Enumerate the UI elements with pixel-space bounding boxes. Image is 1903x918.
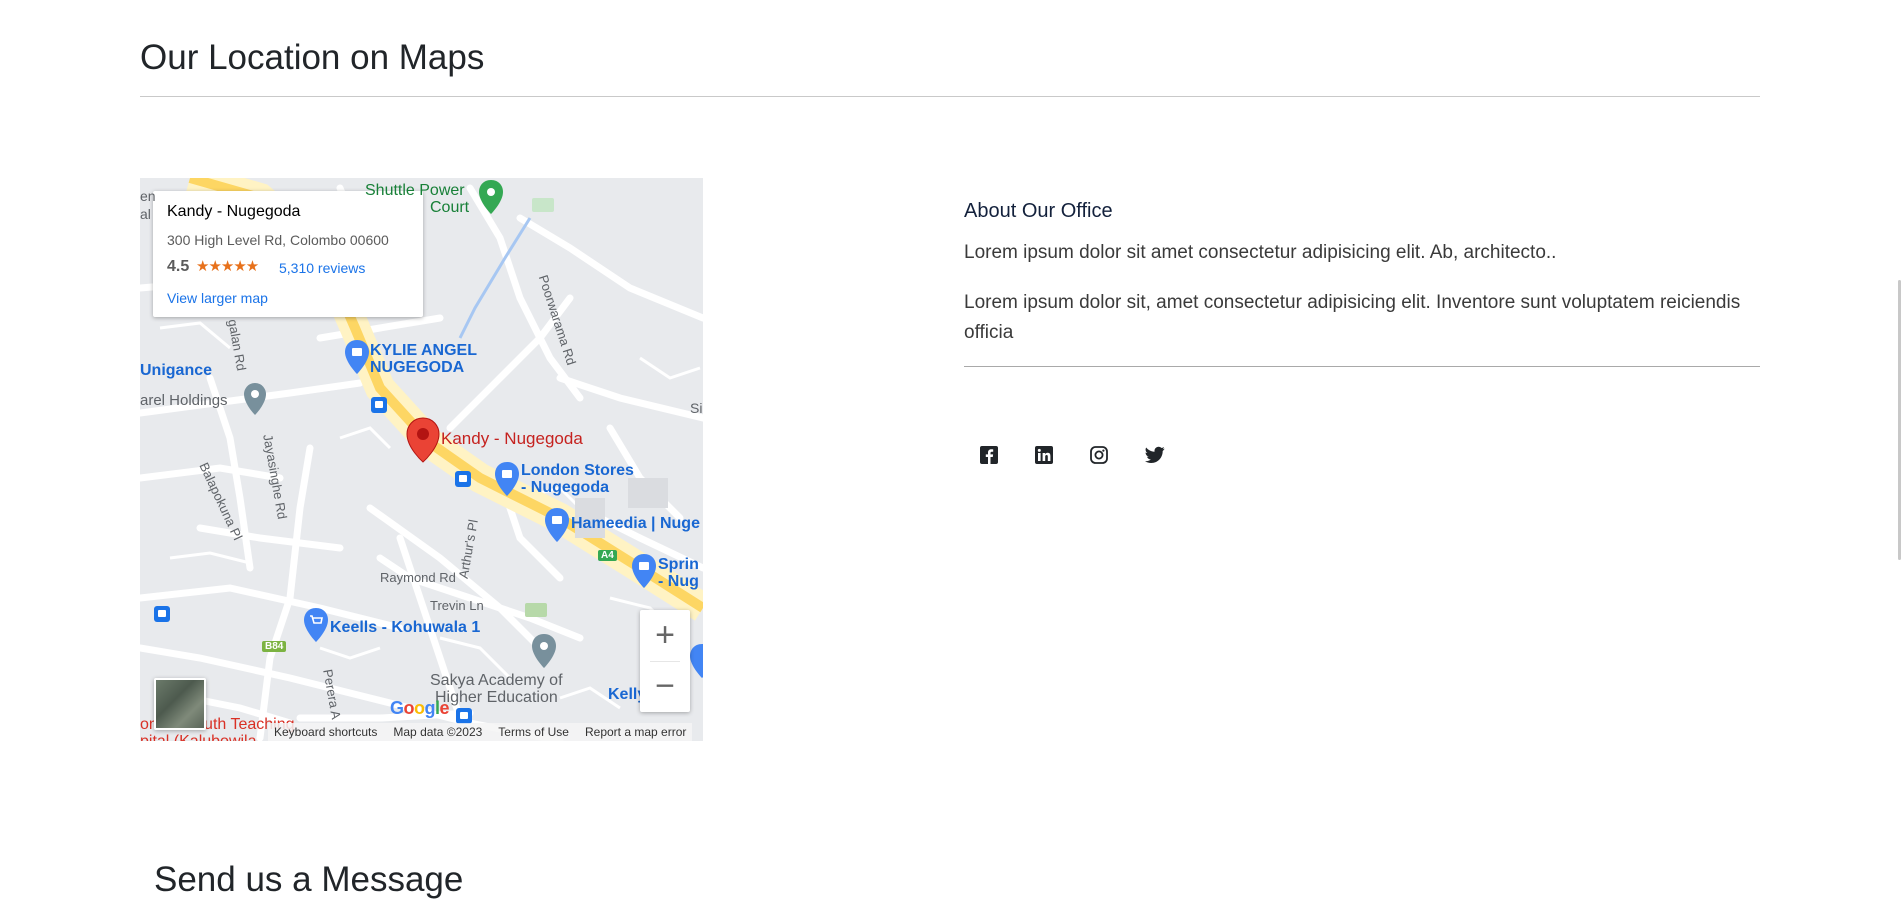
- map-label-teaching-2: pital (Kalubowila: [140, 733, 257, 741]
- google-logo-letter: G: [390, 698, 404, 718]
- map-label-en: en: [140, 188, 156, 204]
- shopping-pin-icon-2[interactable]: [493, 460, 521, 500]
- map-label-london-stores-2: - Nugegoda: [521, 479, 609, 496]
- marker-label: Kandy - Nugegoda: [441, 429, 583, 448]
- view-larger-map-link[interactable]: View larger map: [167, 290, 268, 306]
- bus-stop-icon-3[interactable]: [154, 606, 170, 622]
- shopping-pin-icon-5[interactable]: [688, 642, 703, 682]
- google-logo: Google: [390, 698, 450, 719]
- twitter-icon[interactable]: [1144, 444, 1166, 466]
- map-label-shuttle-power: Shuttle Power: [365, 182, 465, 199]
- place-address: 300 High Level Rd, Colombo 00600: [167, 232, 389, 248]
- title-divider: [140, 96, 1760, 97]
- about-paragraph-2: Lorem ipsum dolor sit, amet consectetur …: [964, 292, 1741, 343]
- highway-badge-a4: A4: [598, 550, 617, 561]
- location-marker-icon[interactable]: [405, 416, 441, 466]
- highway-badge-b84: B84: [262, 641, 287, 652]
- about-paragraph-1: Lorem ipsum dolor sit amet consectetur a…: [964, 242, 1557, 263]
- place-info-card: Kandy - Nugegoda 300 High Level Rd, Colo…: [153, 191, 423, 317]
- section-title: Our Location on Maps: [140, 38, 485, 77]
- scrollbar-thumb[interactable]: [1898, 280, 1901, 560]
- map-pin-grey-icon[interactable]: [242, 381, 268, 419]
- reviews-link[interactable]: 5,310 reviews: [279, 260, 365, 276]
- map-label-si: Si: [690, 400, 703, 416]
- bus-stop-icon-2[interactable]: [455, 471, 471, 487]
- shopping-pin-icon-3[interactable]: [543, 506, 571, 546]
- shopping-pin-icon-4[interactable]: [630, 552, 658, 592]
- map-label-trevin-ln: Trevin Ln: [430, 598, 484, 613]
- map-label-sakya-2: Higher Education: [435, 689, 558, 706]
- instagram-icon[interactable]: [1088, 444, 1110, 466]
- shopping-pin-icon[interactable]: [343, 338, 371, 378]
- about-title: About Our Office: [964, 200, 1113, 222]
- map-label-nugegoda: NUGEGODA: [370, 359, 465, 376]
- google-logo-letter: g: [424, 698, 436, 718]
- bus-stop-icon-4[interactable]: [456, 708, 472, 724]
- cart-pin-icon[interactable]: [302, 606, 330, 646]
- map-label-spring: Sprin: [658, 556, 699, 573]
- embedded-map[interactable]: Kandy - Nugegoda 300 High Level Rd, Colo…: [140, 178, 703, 741]
- satellite-toggle-button[interactable]: [154, 678, 206, 730]
- google-logo-letter: o: [414, 698, 425, 718]
- about-divider: [964, 366, 1760, 367]
- map-attribution-bar: Keyboard shortcuts Map data ©2023 Terms …: [268, 723, 693, 741]
- google-logo-letter: o: [403, 698, 415, 718]
- map-label-london-stores: London Stores: [521, 462, 634, 479]
- map-pin-grey-icon-2[interactable]: [530, 632, 558, 672]
- map-label-kylie-angel: KYLIE ANGEL: [370, 342, 477, 359]
- zoom-in-button[interactable]: +: [640, 610, 690, 660]
- map-label-spring-2: - Nug: [658, 573, 699, 590]
- linkedin-icon[interactable]: [1033, 444, 1055, 466]
- map-label-raymond-rd: Raymond Rd: [380, 570, 456, 585]
- rating-stars-icon: ★★★★★: [196, 258, 259, 275]
- map-label-court: Court: [430, 199, 470, 216]
- send-message-title: Send us a Message: [154, 860, 464, 899]
- map-label-sakya: Sakya Academy of: [430, 672, 563, 689]
- place-rating: 4.5: [167, 258, 190, 275]
- google-logo-letter: e: [439, 698, 450, 718]
- map-label-arel-holdings: arel Holdings: [140, 392, 228, 409]
- map-pin-green-icon[interactable]: [477, 178, 505, 218]
- zoom-out-button[interactable]: −: [640, 661, 690, 711]
- map-label-hameedia: Hameedia | Nuge: [571, 515, 700, 532]
- map-label-al: al: [140, 206, 151, 222]
- terms-of-use-link[interactable]: Terms of Use: [498, 725, 569, 739]
- map-label-unigance: Unigance: [140, 362, 213, 379]
- map-data-text: Map data ©2023: [393, 725, 483, 739]
- bus-stop-icon[interactable]: [371, 397, 387, 413]
- keyboard-shortcuts-link[interactable]: Keyboard shortcuts: [274, 725, 377, 739]
- facebook-icon[interactable]: [978, 444, 1000, 466]
- map-label-keells: Keells - Kohuwala 1: [330, 619, 481, 636]
- report-map-error-link[interactable]: Report a map error: [585, 725, 686, 739]
- zoom-controls: + −: [640, 610, 690, 712]
- place-name: Kandy - Nugegoda: [167, 203, 301, 220]
